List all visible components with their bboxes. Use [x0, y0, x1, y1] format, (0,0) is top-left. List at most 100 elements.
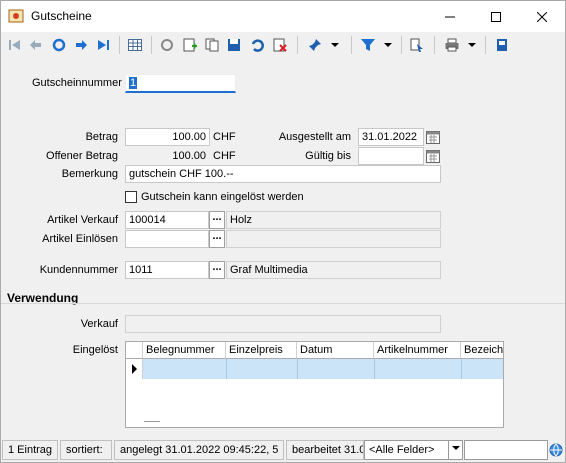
pin-dropdown-button[interactable]	[329, 36, 341, 54]
maximize-icon	[491, 11, 501, 22]
new-document-icon	[183, 38, 197, 52]
kunde-name: Graf Multimedia	[226, 261, 441, 279]
window: Gutscheine Gutscheinnummer 1 Betrag 100.…	[0, 0, 566, 463]
print-button[interactable]	[443, 36, 461, 54]
sort-status: sortiert:	[60, 440, 112, 460]
toolbar-separator	[401, 36, 402, 54]
refresh-record-button[interactable]	[50, 36, 68, 54]
calendar-icon[interactable]	[425, 129, 441, 145]
title-bar: Gutscheine	[1, 1, 565, 32]
gueltig-bis-label: Gültig bis	[305, 150, 351, 162]
save-button[interactable]	[225, 36, 243, 54]
copy-record-button[interactable]	[203, 36, 221, 54]
created-info: angelegt 31.01.2022 09:45:22, 5	[114, 440, 284, 460]
close-button[interactable]	[519, 1, 565, 32]
grid-divider	[374, 359, 375, 379]
chevron-down-icon	[468, 43, 476, 47]
minimize-button[interactable]	[427, 1, 473, 32]
current-row-arrow-icon	[132, 364, 137, 374]
column-header-bezeichnung[interactable]: Bezeich	[461, 342, 503, 359]
first-record-icon	[9, 40, 20, 50]
filter-dropdown-button[interactable]	[382, 36, 394, 54]
grid-corner	[126, 342, 143, 359]
bemerkung-input[interactable]: gutschein CHF 100.--	[125, 165, 441, 183]
kundennummer-label: Kundennummer	[39, 264, 118, 276]
arrow-left-icon	[30, 40, 41, 50]
pin-icon	[309, 39, 321, 51]
print-dropdown-button[interactable]	[466, 36, 478, 54]
calendar-icon[interactable]	[425, 148, 441, 164]
artikel-verkauf-lookup-button[interactable]: ...	[209, 211, 225, 229]
undo-button[interactable]	[248, 36, 266, 54]
notes-button[interactable]	[493, 36, 511, 54]
globe-search-icon[interactable]	[549, 443, 563, 457]
kundennummer-input[interactable]: 1011	[125, 261, 209, 279]
field-filter-select[interactable]: <Alle Felder>	[364, 440, 449, 460]
previous-record-button[interactable]	[27, 36, 45, 54]
verkauf-label: Verkauf	[80, 318, 118, 330]
column-header-artikelnummer[interactable]: Artikelnummer	[374, 342, 461, 359]
undo-icon	[251, 39, 264, 52]
betrag-input[interactable]: 100.00	[125, 128, 210, 146]
next-record-button[interactable]	[72, 36, 90, 54]
reload-button[interactable]	[158, 36, 176, 54]
pin-button[interactable]	[306, 36, 324, 54]
first-record-button[interactable]	[6, 36, 24, 54]
circular-arrow-icon	[52, 38, 66, 52]
new-record-button[interactable]	[181, 36, 199, 54]
status-bar: 1 Eintrag sortiert: angelegt 31.01.2022 …	[1, 437, 565, 462]
gueltig-bis-input[interactable]	[358, 147, 424, 165]
verkauf-value	[125, 315, 441, 333]
gutscheinnummer-value: 1	[129, 77, 138, 89]
search-input[interactable]	[464, 440, 548, 460]
delete-record-button[interactable]	[271, 36, 289, 54]
reload-icon	[161, 39, 173, 51]
document-cursor-button[interactable]	[408, 36, 426, 54]
column-header-datum[interactable]: Datum	[297, 342, 374, 359]
ausgestellt-label: Ausgestellt am	[278, 131, 351, 143]
grid-divider	[461, 359, 462, 379]
voucher-app-icon	[8, 9, 24, 23]
artikel-einloesen-label: Artikel Einlösen	[42, 233, 118, 245]
maximize-button[interactable]	[473, 1, 519, 32]
artikel-einloesen-lookup-button[interactable]: ...	[209, 230, 225, 248]
globe-icon	[549, 443, 563, 457]
minimize-icon	[445, 16, 455, 17]
notebook-icon	[497, 39, 507, 51]
last-record-icon	[98, 40, 109, 50]
artikel-einloesen-input[interactable]	[125, 230, 209, 248]
ausgestellt-input[interactable]: 31.01.2022	[358, 128, 424, 146]
eingeloest-grid[interactable]: Belegnummer Einzelpreis Datum Artikelnum…	[125, 341, 504, 428]
toolbar-separator	[297, 36, 298, 54]
artikel-verkauf-label: Artikel Verkauf	[47, 214, 118, 226]
delete-icon	[273, 38, 287, 52]
grid-divider	[297, 359, 298, 379]
funnel-icon	[361, 39, 375, 51]
record-count: 1 Eintrag	[2, 440, 58, 460]
gutscheinnummer-label: Gutscheinnummer	[32, 77, 122, 89]
filter-button[interactable]	[359, 36, 377, 54]
kundennummer-lookup-button[interactable]: ...	[209, 261, 225, 279]
chevron-down-icon	[451, 446, 460, 450]
table-row[interactable]	[143, 359, 503, 379]
chevron-down-icon	[331, 43, 339, 47]
gutscheinnummer-input[interactable]: 1	[125, 74, 236, 93]
last-record-button[interactable]	[94, 36, 112, 54]
row-indicator[interactable]	[126, 359, 143, 379]
column-header-belegnummer[interactable]: Belegnummer	[143, 342, 226, 359]
toolbar-separator	[151, 36, 152, 54]
horizontal-scroll-indicator[interactable]	[144, 421, 160, 422]
field-filter-dropdown[interactable]	[448, 440, 463, 460]
document-pointer-icon	[410, 38, 423, 52]
grid-divider	[226, 359, 227, 379]
section-divider	[1, 303, 565, 304]
betrag-currency: CHF	[213, 131, 236, 143]
window-title: Gutscheine	[31, 9, 92, 23]
column-header-einzelpreis[interactable]: Einzelpreis	[226, 342, 297, 359]
toolbar-separator	[485, 36, 486, 54]
artikel-verkauf-input[interactable]: 100014	[125, 211, 209, 229]
einloesbar-checkbox[interactable]	[125, 191, 137, 203]
toolbar-separator	[351, 36, 352, 54]
floppy-disk-icon	[228, 39, 240, 51]
table-view-button[interactable]	[126, 36, 144, 54]
